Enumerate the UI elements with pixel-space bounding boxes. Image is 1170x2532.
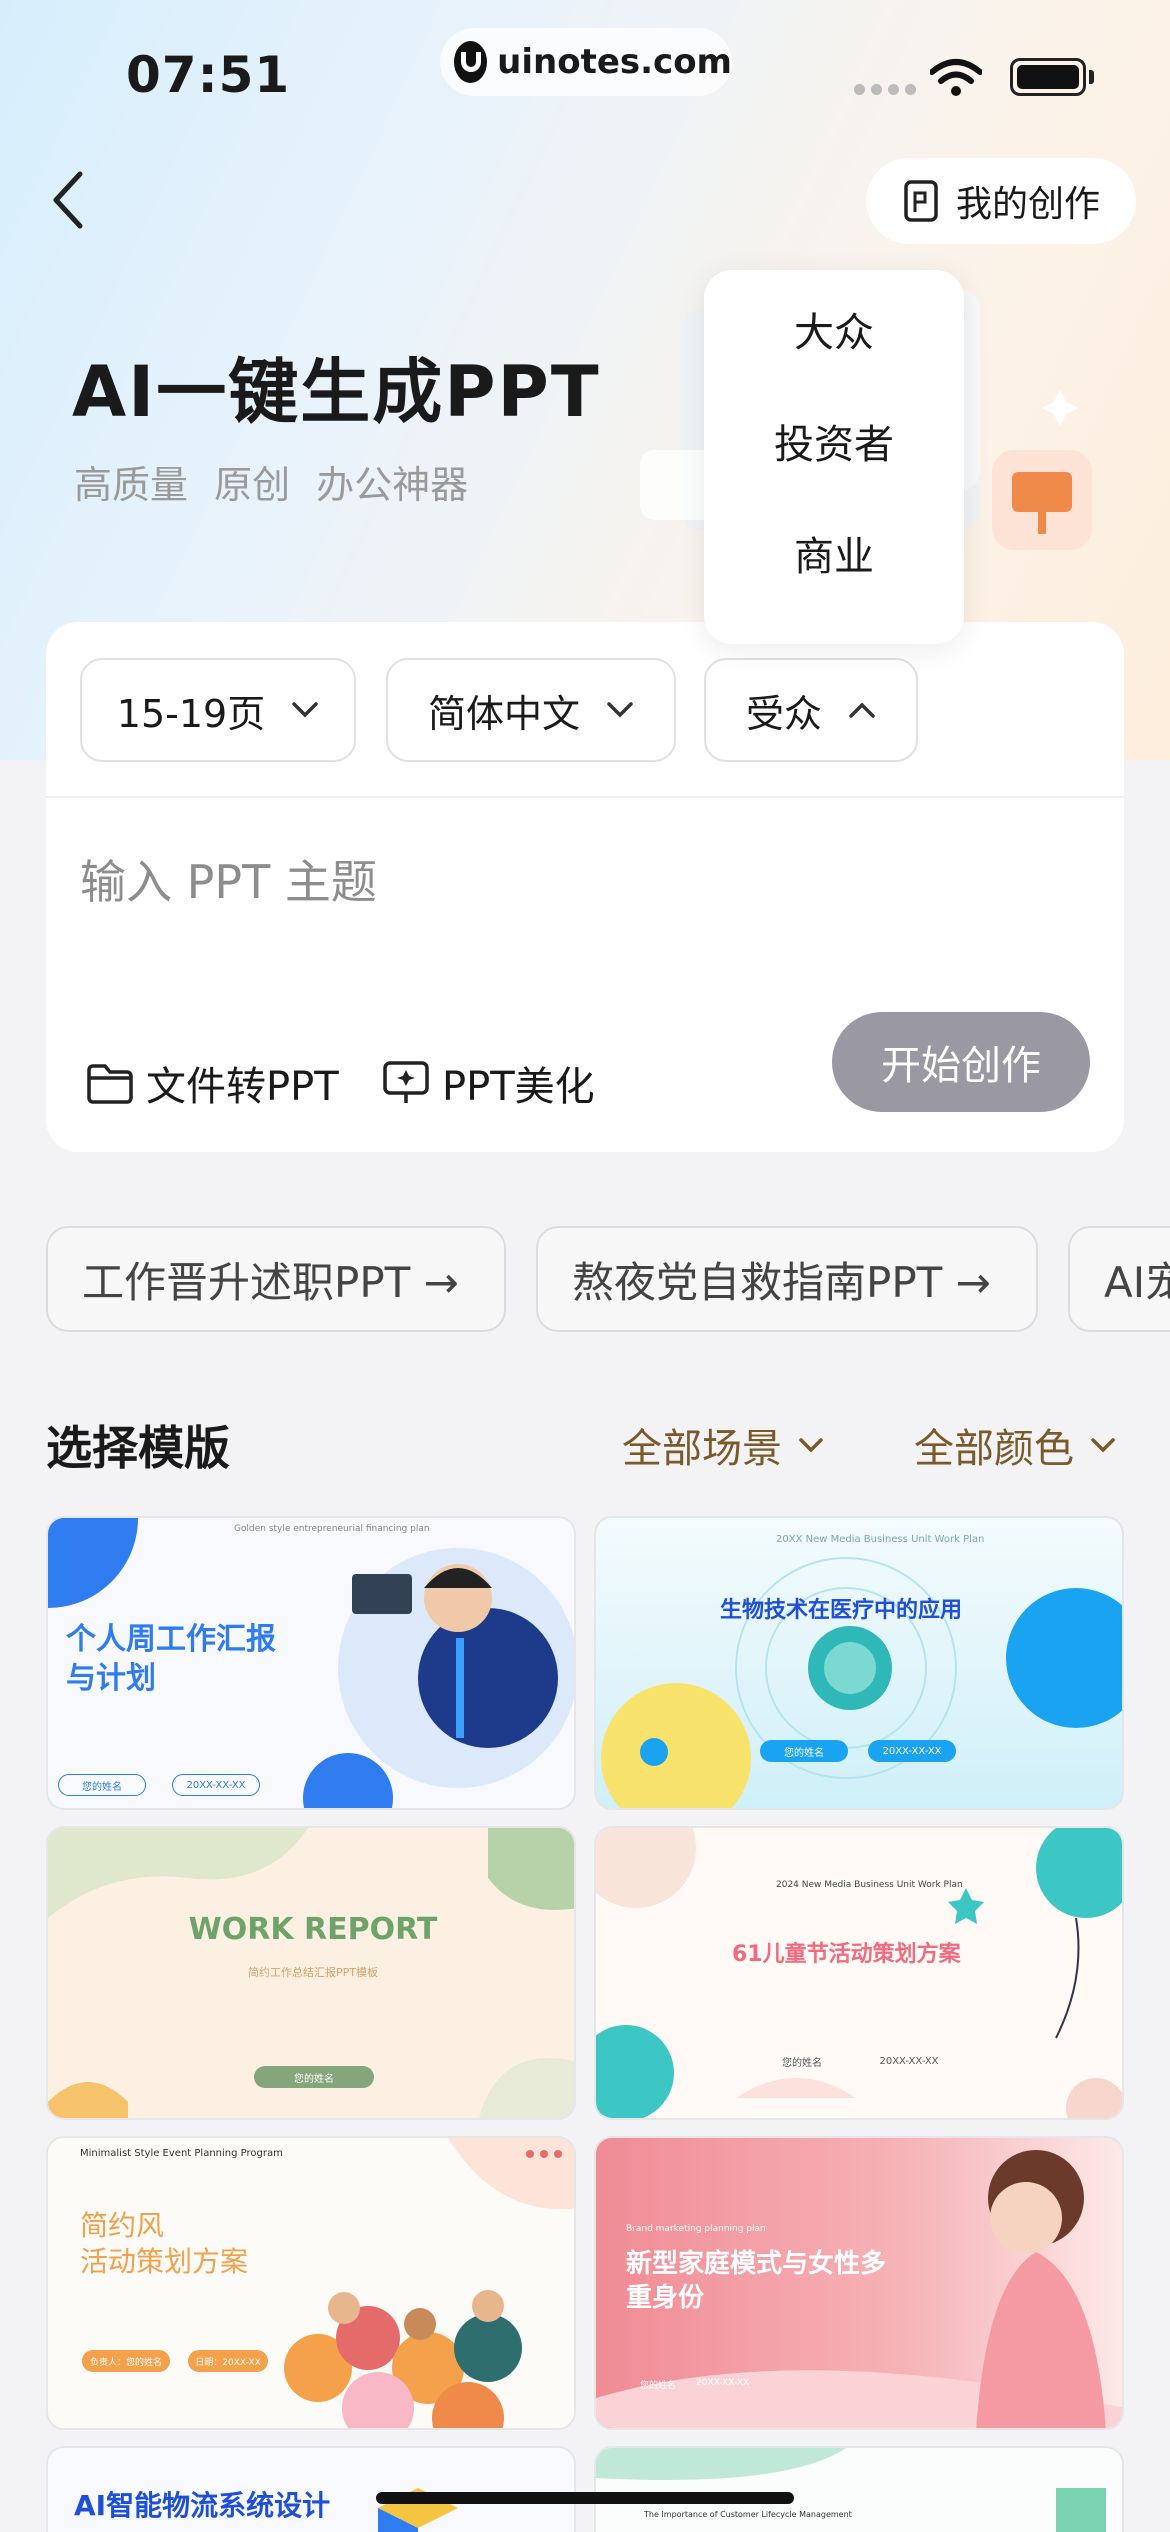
template-illustration xyxy=(596,1828,1122,2118)
template-card[interactable]: 2024 New Media Business Unit Work Plan 6… xyxy=(594,1826,1124,2120)
template-name-pill: 您的姓名 xyxy=(760,1740,848,1762)
start-create-button[interactable]: 开始创作 xyxy=(832,1012,1090,1112)
template-date-pill: 20XX-XX-XX xyxy=(879,2055,939,2067)
language-value: 简体中文 xyxy=(427,691,580,736)
template-title: AI智能物流系统设计 xyxy=(74,2489,331,2522)
audience-option-investors[interactable]: 投资者 xyxy=(704,412,964,470)
ppt-beautify-label: PPT美化 xyxy=(442,1064,595,1110)
page-subtitle: 高质量 原创 办公神器 xyxy=(74,463,469,507)
template-title: 新型家庭模式与女性多 重身份 xyxy=(626,2249,887,2313)
template-card[interactable]: WORK REPORT 简约工作总结汇报PPT模板 您的姓名 xyxy=(46,1826,576,2120)
language-select[interactable]: 简体中文 xyxy=(386,658,676,762)
battery-icon xyxy=(1010,58,1086,96)
file-to-ppt-button[interactable]: 文件转PPT xyxy=(86,1054,339,1112)
suggestion-chip[interactable]: 熬夜党自救指南PPT → xyxy=(536,1226,1038,1332)
chevron-down-icon xyxy=(607,702,633,718)
template-card[interactable]: Minimalist Style Event Planning Program … xyxy=(46,2136,576,2430)
site-logo-icon xyxy=(454,41,488,83)
template-caption: 简约工作总结汇报PPT模板 xyxy=(248,1966,378,1979)
audience-dropdown: 大众 投资者 商业 xyxy=(704,270,964,644)
template-caption: The Importance of Customer Lifecycle Man… xyxy=(644,2510,852,2519)
chevron-up-icon xyxy=(849,702,875,718)
template-name-pill: 您的姓名 xyxy=(782,2057,822,2069)
template-name-label: 您的姓名 xyxy=(640,2381,677,2391)
template-title: 61儿童节活动策划方案 xyxy=(732,1942,961,1967)
audience-option-public[interactable]: 大众 xyxy=(704,300,964,358)
template-date-label: 20XX-XX-XX xyxy=(696,2378,750,2388)
url-pill[interactable]: uinotes.com xyxy=(440,28,732,96)
template-card[interactable]: AI智能物流系统设计 xyxy=(46,2446,576,2532)
scene-filter-label: 全部场景 xyxy=(622,1426,782,1472)
document-icon xyxy=(904,180,938,222)
template-illustration xyxy=(596,2448,1106,2532)
audience-select[interactable]: 受众 xyxy=(704,658,918,762)
presentation-sparkle-icon xyxy=(383,1061,429,1103)
page-count-select[interactable]: 15-19页 xyxy=(80,658,356,762)
template-title: WORK REPORT xyxy=(188,1912,438,1947)
color-filter[interactable]: 全部颜色 xyxy=(914,1416,1116,1474)
template-caption: Brand marketing planning plan xyxy=(626,2224,766,2234)
template-date-pill: 20XX-XX-XX xyxy=(172,1774,260,1796)
my-creations-label: 我的创作 xyxy=(955,184,1100,225)
template-card[interactable]: Brand marketing planning plan 新型家庭模式与女性多… xyxy=(594,2136,1124,2430)
template-illustration xyxy=(601,1557,1122,1808)
ppt-beautify-button[interactable]: PPT美化 xyxy=(382,1054,595,1112)
color-filter-label: 全部颜色 xyxy=(914,1426,1074,1472)
suggestion-chip[interactable]: AI宠 xyxy=(1068,1226,1170,1332)
template-caption: 20XX New Media Business Unit Work Plan xyxy=(776,1534,985,1545)
template-date-pill: 日期：20XX-XX xyxy=(188,2350,268,2372)
template-caption: Golden style entrepreneurial financing p… xyxy=(234,1524,430,1534)
template-illustration xyxy=(284,2138,574,2428)
page-title: AI一键生成PPT xyxy=(72,351,601,433)
wifi-icon xyxy=(930,59,982,96)
template-name-pill: 您的姓名 xyxy=(254,2066,374,2088)
audience-value: 受众 xyxy=(745,691,822,736)
audience-option-business[interactable]: 商业 xyxy=(704,524,964,582)
page-count-value: 15-19页 xyxy=(116,691,266,736)
scene-filter[interactable]: 全部场景 xyxy=(622,1416,824,1474)
url-text: uinotes.com xyxy=(497,42,732,82)
template-title: 生物技术在医疗中的应用 xyxy=(720,1598,963,1623)
signal-dots-icon xyxy=(854,84,916,95)
template-title: 简约风 活动策划方案 xyxy=(80,2209,249,2279)
templates-section-title: 选择模版 xyxy=(46,1421,230,1475)
template-caption: Minimalist Style Event Planning Program xyxy=(80,2148,283,2159)
template-name-pill: 负责人：您的姓名 xyxy=(82,2350,170,2372)
template-title: 个人周工作汇报 与计划 xyxy=(66,1622,276,1696)
folder-icon xyxy=(87,1064,133,1104)
template-name-pill: 您的姓名 xyxy=(58,1774,146,1796)
my-creations-button[interactable]: 我的创作 xyxy=(866,158,1136,244)
back-chevron-icon[interactable] xyxy=(48,170,88,230)
topic-input[interactable]: 输入 PPT 主题 xyxy=(80,846,377,912)
template-card[interactable]: 20XX New Media Business Unit Work Plan 生… xyxy=(594,1516,1124,1810)
file-to-ppt-label: 文件转PPT xyxy=(146,1064,339,1110)
chevron-down-icon xyxy=(292,702,318,718)
battery-tip xyxy=(1089,70,1094,84)
home-indicator xyxy=(376,2492,794,2504)
template-caption: 2024 New Media Business Unit Work Plan xyxy=(776,1880,963,1890)
template-card[interactable]: The Importance of Customer Lifecycle Man… xyxy=(594,2446,1124,2532)
template-card[interactable]: Golden style entrepreneurial financing p… xyxy=(46,1516,576,1810)
chevron-down-icon xyxy=(1091,1438,1115,1453)
status-time: 07:51 xyxy=(126,46,291,104)
chevron-down-icon xyxy=(799,1438,823,1453)
template-date-pill: 20XX-XX-XX xyxy=(868,1740,956,1762)
suggestion-chip[interactable]: 工作晋升述职PPT → xyxy=(46,1226,506,1332)
card-divider xyxy=(46,796,1124,798)
